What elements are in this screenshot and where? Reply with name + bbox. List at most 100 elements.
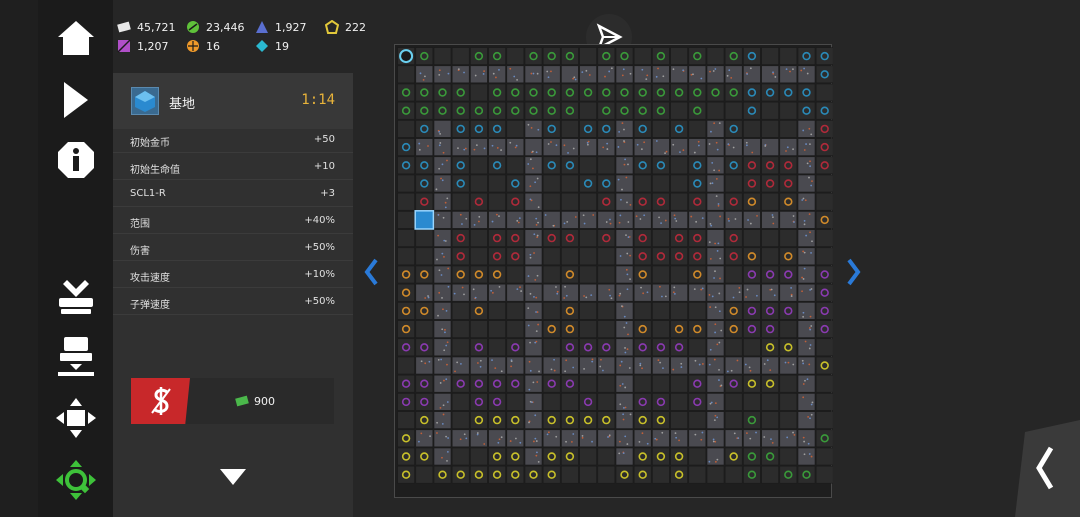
build-tile[interactable] <box>633 320 652 338</box>
build-tile[interactable] <box>815 192 833 211</box>
build-tile[interactable] <box>761 320 779 338</box>
road-tile[interactable] <box>706 174 725 193</box>
road-tile[interactable] <box>506 211 525 229</box>
build-tile[interactable] <box>542 302 561 320</box>
build-tile[interactable] <box>779 192 798 211</box>
build-tile[interactable] <box>542 120 561 138</box>
build-tile[interactable] <box>415 411 434 429</box>
road-tile[interactable] <box>797 120 816 138</box>
build-tile[interactable] <box>451 465 470 484</box>
road-tile[interactable] <box>797 174 816 193</box>
build-tile[interactable] <box>542 374 561 393</box>
build-tile[interactable] <box>451 302 470 320</box>
road-tile[interactable] <box>633 138 652 156</box>
build-tile[interactable] <box>724 174 743 193</box>
build-tile[interactable] <box>597 302 616 320</box>
build-tile[interactable] <box>579 465 597 484</box>
road-tile[interactable] <box>797 374 816 393</box>
road-tile[interactable] <box>706 138 725 156</box>
road-tile[interactable] <box>797 65 816 84</box>
build-tile[interactable] <box>542 393 561 411</box>
build-tile[interactable] <box>743 374 761 393</box>
build-tile[interactable] <box>670 411 688 429</box>
build-tile[interactable] <box>779 83 798 102</box>
road-tile[interactable] <box>761 283 779 302</box>
build-tile[interactable] <box>415 156 434 175</box>
road-tile[interactable] <box>761 211 779 229</box>
build-tile[interactable] <box>506 47 525 65</box>
build-tile[interactable] <box>779 465 798 484</box>
build-tile[interactable] <box>761 302 779 320</box>
build-tile[interactable] <box>633 374 652 393</box>
build-tile[interactable] <box>633 101 652 120</box>
road-tile[interactable] <box>524 374 543 393</box>
road-tile[interactable] <box>743 429 761 448</box>
build-tile[interactable] <box>815 393 833 411</box>
road-tile[interactable] <box>652 283 670 302</box>
build-tile[interactable] <box>633 174 652 193</box>
build-tile[interactable] <box>415 465 434 484</box>
build-tile[interactable] <box>397 374 415 393</box>
build-tile[interactable] <box>633 47 652 65</box>
build-tile[interactable] <box>633 192 652 211</box>
road-tile[interactable] <box>433 411 452 429</box>
build-tile[interactable] <box>779 101 798 120</box>
build-tile[interactable] <box>561 174 579 193</box>
build-tile[interactable] <box>815 47 833 65</box>
info-button[interactable] <box>38 138 113 182</box>
build-tile[interactable] <box>761 338 779 357</box>
road-tile[interactable] <box>670 356 688 375</box>
build-tile[interactable] <box>815 211 833 229</box>
build-tile[interactable] <box>397 447 415 466</box>
build-tile[interactable] <box>761 393 779 411</box>
build-tile[interactable] <box>397 320 415 338</box>
build-tile[interactable] <box>542 247 561 266</box>
build-tile[interactable] <box>597 247 616 266</box>
build-tile[interactable] <box>688 174 707 193</box>
build-tile[interactable] <box>724 411 743 429</box>
build-tile[interactable] <box>542 47 561 65</box>
build-tile[interactable] <box>688 192 707 211</box>
build-tile[interactable] <box>470 265 488 284</box>
build-tile[interactable] <box>561 156 579 175</box>
road-tile[interactable] <box>524 229 543 247</box>
road-tile[interactable] <box>579 65 597 84</box>
build-tile[interactable] <box>561 47 579 65</box>
build-tile[interactable] <box>743 302 761 320</box>
build-tile[interactable] <box>688 302 707 320</box>
road-tile[interactable] <box>797 247 816 266</box>
build-tile[interactable] <box>615 47 634 65</box>
road-tile[interactable] <box>615 229 634 247</box>
build-tile[interactable] <box>433 83 452 102</box>
road-tile[interactable] <box>743 211 761 229</box>
build-tile[interactable] <box>579 192 597 211</box>
build-tile[interactable] <box>415 338 434 357</box>
build-tile[interactable] <box>597 156 616 175</box>
build-tile[interactable] <box>579 229 597 247</box>
build-tile[interactable] <box>797 83 816 102</box>
build-tile[interactable] <box>397 101 415 120</box>
road-tile[interactable] <box>524 429 543 448</box>
build-tile[interactable] <box>397 138 415 156</box>
road-tile[interactable] <box>433 120 452 138</box>
build-tile[interactable] <box>470 83 488 102</box>
build-tile[interactable] <box>451 447 470 466</box>
build-tile[interactable] <box>633 156 652 175</box>
build-tile[interactable] <box>488 465 506 484</box>
build-tile[interactable] <box>670 247 688 266</box>
build-tile[interactable] <box>579 156 597 175</box>
road-tile[interactable] <box>524 156 543 175</box>
build-tile[interactable] <box>561 374 579 393</box>
build-tile[interactable] <box>488 265 506 284</box>
build-tile[interactable] <box>743 156 761 175</box>
build-tile[interactable] <box>652 174 670 193</box>
build-tile[interactable] <box>815 283 833 302</box>
build-tile[interactable] <box>451 192 470 211</box>
build-tile[interactable] <box>743 229 761 247</box>
build-tile[interactable] <box>761 156 779 175</box>
build-tile[interactable] <box>815 320 833 338</box>
build-tile[interactable] <box>506 411 525 429</box>
build-tile[interactable] <box>761 120 779 138</box>
build-tile[interactable] <box>561 101 579 120</box>
build-tile[interactable] <box>779 247 798 266</box>
